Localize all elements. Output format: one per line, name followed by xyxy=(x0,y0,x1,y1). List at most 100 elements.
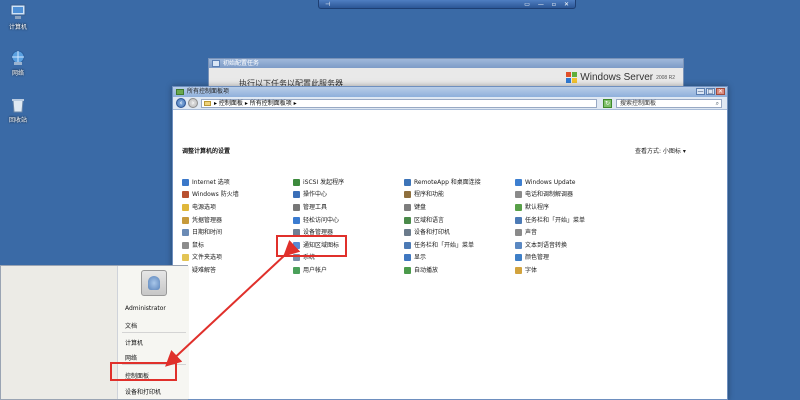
avatar[interactable] xyxy=(141,270,167,296)
control-panel-item[interactable]: 区域和语言 xyxy=(404,214,515,227)
user-icon xyxy=(148,276,160,290)
control-panel-item[interactable]: 电话和调制解调器 xyxy=(515,189,626,202)
control-panel-item[interactable]: 字体 xyxy=(515,264,626,277)
control-panel-item[interactable]: 轻松访问中心 xyxy=(293,214,404,227)
applet-icon xyxy=(515,241,522,249)
window-title: 初始配置任务 xyxy=(223,60,260,67)
desktop-icon-label: 网络 xyxy=(11,70,24,77)
applet-icon xyxy=(182,191,189,199)
applet-icon xyxy=(182,216,189,224)
item-label: 鼠标 xyxy=(192,241,205,249)
remote-session-bar: ⊣ ▭ — ▫ ✕ xyxy=(318,0,576,9)
control-panel-item[interactable]: Windows 防火墙 xyxy=(182,189,293,202)
applet-icon xyxy=(515,216,522,224)
control-panel-item[interactable]: 声音 xyxy=(515,226,626,239)
minimize-button[interactable]: — xyxy=(696,88,705,95)
desktop-icon-label: 回收站 xyxy=(8,117,27,124)
control-panel-items: Internet 选项 Windows 防火墙 电源选项 凭据管理器 日期和时间 鼠标 文件… xyxy=(182,176,722,277)
applet-icon xyxy=(515,178,522,186)
applet-icon xyxy=(293,191,300,199)
control-panel-item[interactable]: RemoteApp 和桌面连接 xyxy=(404,176,515,189)
control-panel-icon xyxy=(176,89,184,95)
item-label: 字体 xyxy=(525,266,538,274)
forward-button[interactable]: › xyxy=(188,98,198,108)
rdp-restore-icon[interactable]: ▭ xyxy=(524,1,530,8)
applet-icon xyxy=(182,241,189,249)
recycle-bin-icon xyxy=(12,99,24,113)
back-button[interactable]: ‹ xyxy=(176,98,186,108)
window-titlebar[interactable]: 初始配置任务 xyxy=(209,59,683,68)
item-label: 用户帐户 xyxy=(303,266,328,274)
item-label: RemoteApp 和桌面连接 xyxy=(414,178,481,186)
control-panel-item[interactable]: 默认程序 xyxy=(515,201,626,214)
computer-icon xyxy=(10,4,26,19)
applet-icon xyxy=(404,229,411,237)
logo-text: Windows Server xyxy=(580,72,654,83)
control-panel-item[interactable]: 设备和打印机 xyxy=(404,226,515,239)
start-item-documents[interactable]: 文档 xyxy=(125,321,137,330)
applet-icon xyxy=(515,191,522,199)
control-panel-item[interactable]: 操作中心 xyxy=(293,189,404,202)
control-panel-item[interactable]: 自动播放 xyxy=(404,264,515,277)
refresh-button[interactable]: ↻ xyxy=(603,99,612,108)
search-placeholder: 搜索控制面板 xyxy=(620,100,657,107)
network-icon xyxy=(11,50,25,65)
control-panel-item[interactable]: 程序和功能 xyxy=(404,189,515,202)
applet-icon xyxy=(182,229,189,237)
view-by-dropdown[interactable]: 查看方式: 小图标 ▾ xyxy=(635,146,686,155)
item-label: 键盘 xyxy=(414,203,427,211)
control-panel-item[interactable]: 文本到语音转换 xyxy=(515,239,626,252)
window-buttons: — □ ✕ xyxy=(696,88,725,95)
control-panel-item[interactable]: 管理工具 xyxy=(293,201,404,214)
pin-icon[interactable]: ⊣ xyxy=(325,1,330,8)
item-label: Windows 防火墙 xyxy=(192,191,239,199)
search-input[interactable]: 搜索控制面板 ⌕ xyxy=(616,99,722,108)
item-label: 电源选项 xyxy=(192,203,217,211)
applet-icon xyxy=(182,203,189,211)
desktop-icon-recycle-bin[interactable]: 回收站 xyxy=(2,97,34,124)
applet-icon xyxy=(404,266,411,274)
start-item-devices-printers[interactable]: 设备和打印机 xyxy=(125,387,161,396)
item-label: 程序和功能 xyxy=(414,191,445,199)
close-button[interactable]: ✕ xyxy=(716,88,725,95)
start-item-network[interactable]: 网络 xyxy=(125,353,137,362)
control-panel-item[interactable]: 任务栏和「开始」菜单 xyxy=(515,214,626,227)
control-panel-window[interactable]: 所有控制面板项 — □ ✕ ‹ › ▸ 控制面板 ▸ 所有控制面板项 ▸ ↻ 搜… xyxy=(172,86,728,400)
control-panel-item[interactable]: 用户帐户 xyxy=(293,264,404,277)
control-panel-item[interactable]: 显示 xyxy=(404,252,515,265)
control-panel-item[interactable]: 凭据管理器 xyxy=(182,214,293,227)
item-label: 声音 xyxy=(525,229,538,237)
desktop-icon-computer[interactable]: 计算机 xyxy=(2,4,34,31)
applet-icon xyxy=(515,229,522,237)
item-label: 轻松访问中心 xyxy=(303,216,340,224)
address-input[interactable]: ▸ 控制面板 ▸ 所有控制面板项 ▸ xyxy=(201,99,597,108)
start-user-name[interactable]: Administrator xyxy=(125,305,166,312)
start-item-computer[interactable]: 计算机 xyxy=(125,338,143,347)
item-label: 颜色管理 xyxy=(525,254,550,262)
applet-icon xyxy=(404,191,411,199)
applet-icon xyxy=(182,178,189,186)
rdp-minimize-icon[interactable]: — xyxy=(538,1,544,8)
item-label: 显示 xyxy=(414,254,427,262)
rdp-close-icon[interactable]: ✕ xyxy=(564,1,569,8)
windows-flag-icon xyxy=(566,72,578,83)
control-panel-item[interactable]: 任务栏和「开始」菜单 xyxy=(404,239,515,252)
control-panel-item[interactable]: 键盘 xyxy=(404,201,515,214)
item-label: 设备和打印机 xyxy=(414,229,451,237)
control-panel-item[interactable]: 颜色管理 xyxy=(515,252,626,265)
address-bar: ‹ › ▸ 控制面板 ▸ 所有控制面板项 ▸ ↻ 搜索控制面板 ⌕ xyxy=(173,97,727,110)
item-label: 文本到语音转换 xyxy=(525,241,568,249)
applet-icon xyxy=(293,203,300,211)
control-panel-item[interactable]: Internet 选项 xyxy=(182,176,293,189)
item-label: 操作中心 xyxy=(303,191,328,199)
rdp-maximize-icon[interactable]: ▫ xyxy=(552,1,556,8)
applet-icon xyxy=(404,178,411,186)
control-panel-item[interactable]: Windows Update xyxy=(515,176,626,189)
control-panel-item[interactable]: 疑难解答 xyxy=(182,264,293,277)
control-panel-item[interactable]: iSCSI 发起程序 xyxy=(293,176,404,189)
control-panel-item[interactable]: 电源选项 xyxy=(182,201,293,214)
item-label: 电话和调制解调器 xyxy=(525,191,574,199)
desktop-icon-network[interactable]: 网络 xyxy=(2,50,34,77)
window-titlebar[interactable]: 所有控制面板项 — □ ✕ xyxy=(173,87,727,97)
maximize-button[interactable]: □ xyxy=(706,88,715,95)
